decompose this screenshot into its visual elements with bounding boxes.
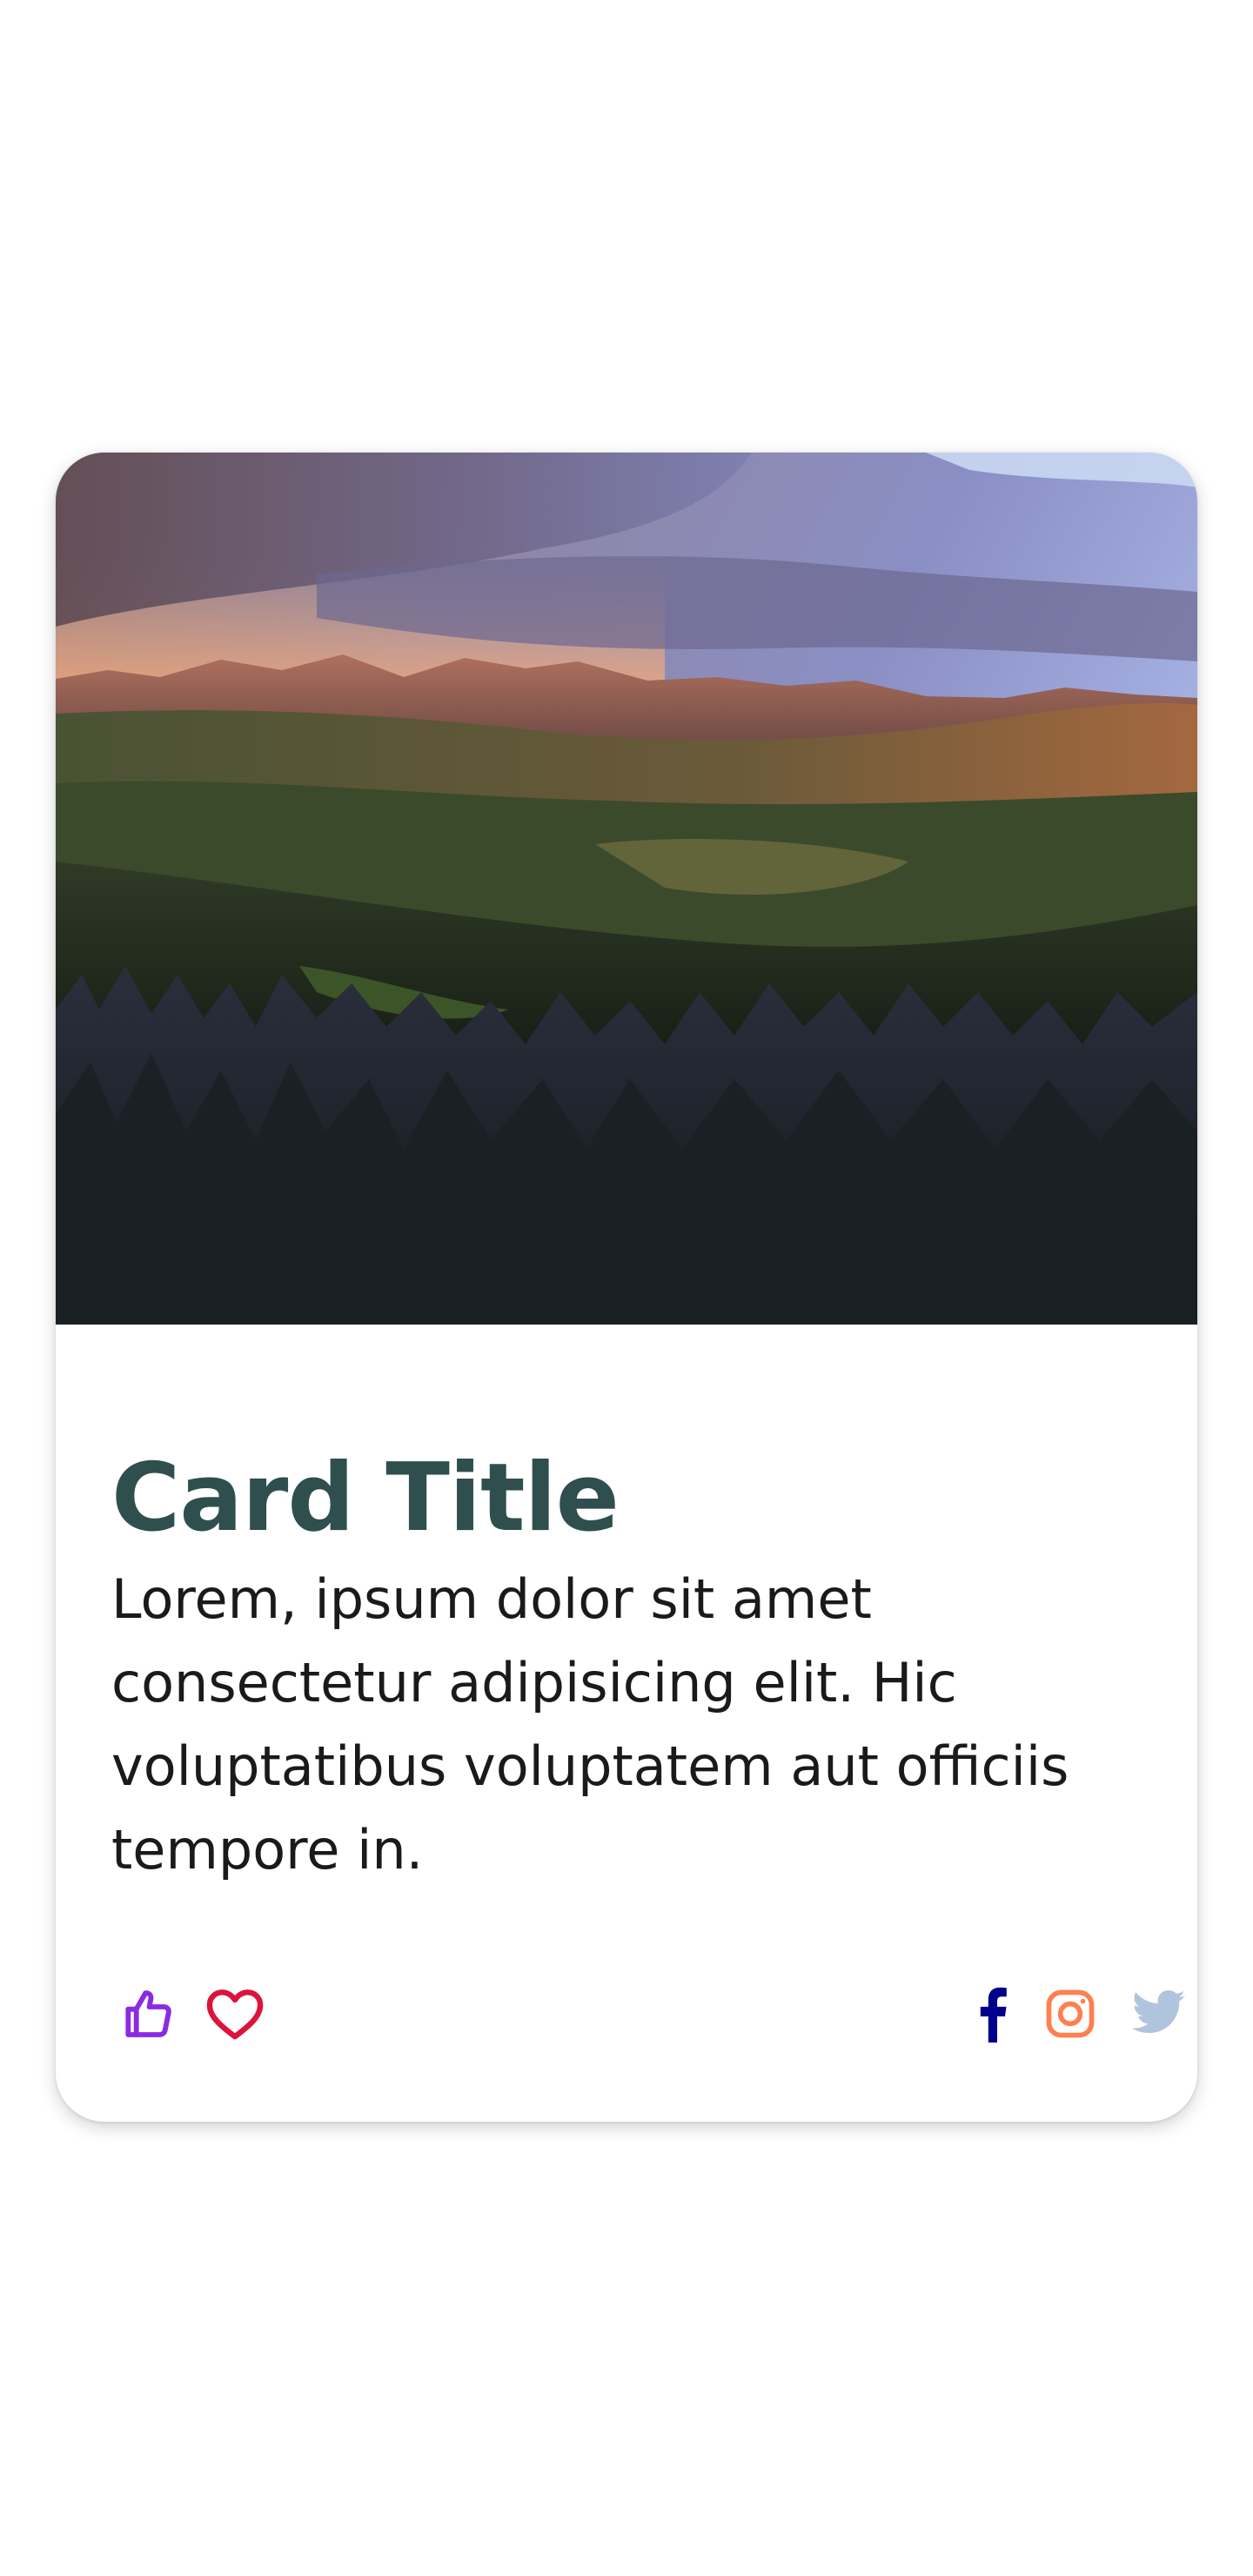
twitter-icon <box>1132 1990 1185 2033</box>
card-title: Card Title <box>111 1444 620 1553</box>
twitter-share-button[interactable] <box>1121 1972 1194 2056</box>
facebook-share-button[interactable] <box>955 1972 1029 2056</box>
card-image <box>56 453 1197 1325</box>
card: Card Title Lorem, ipsum dolor sit amet c… <box>56 453 1197 2122</box>
card-description: Lorem, ipsum dolor sit amet consectetur … <box>111 1567 1069 1882</box>
instagram-icon <box>1046 1989 1095 2038</box>
thumbs-up-icon <box>125 1990 171 2037</box>
heart-icon <box>206 1989 264 2040</box>
card-actions <box>111 1972 1185 2056</box>
facebook-icon <box>980 1987 1007 2043</box>
favorite-button[interactable] <box>198 1972 271 2056</box>
like-button[interactable] <box>111 1972 184 2056</box>
instagram-share-button[interactable] <box>1034 1972 1107 2056</box>
